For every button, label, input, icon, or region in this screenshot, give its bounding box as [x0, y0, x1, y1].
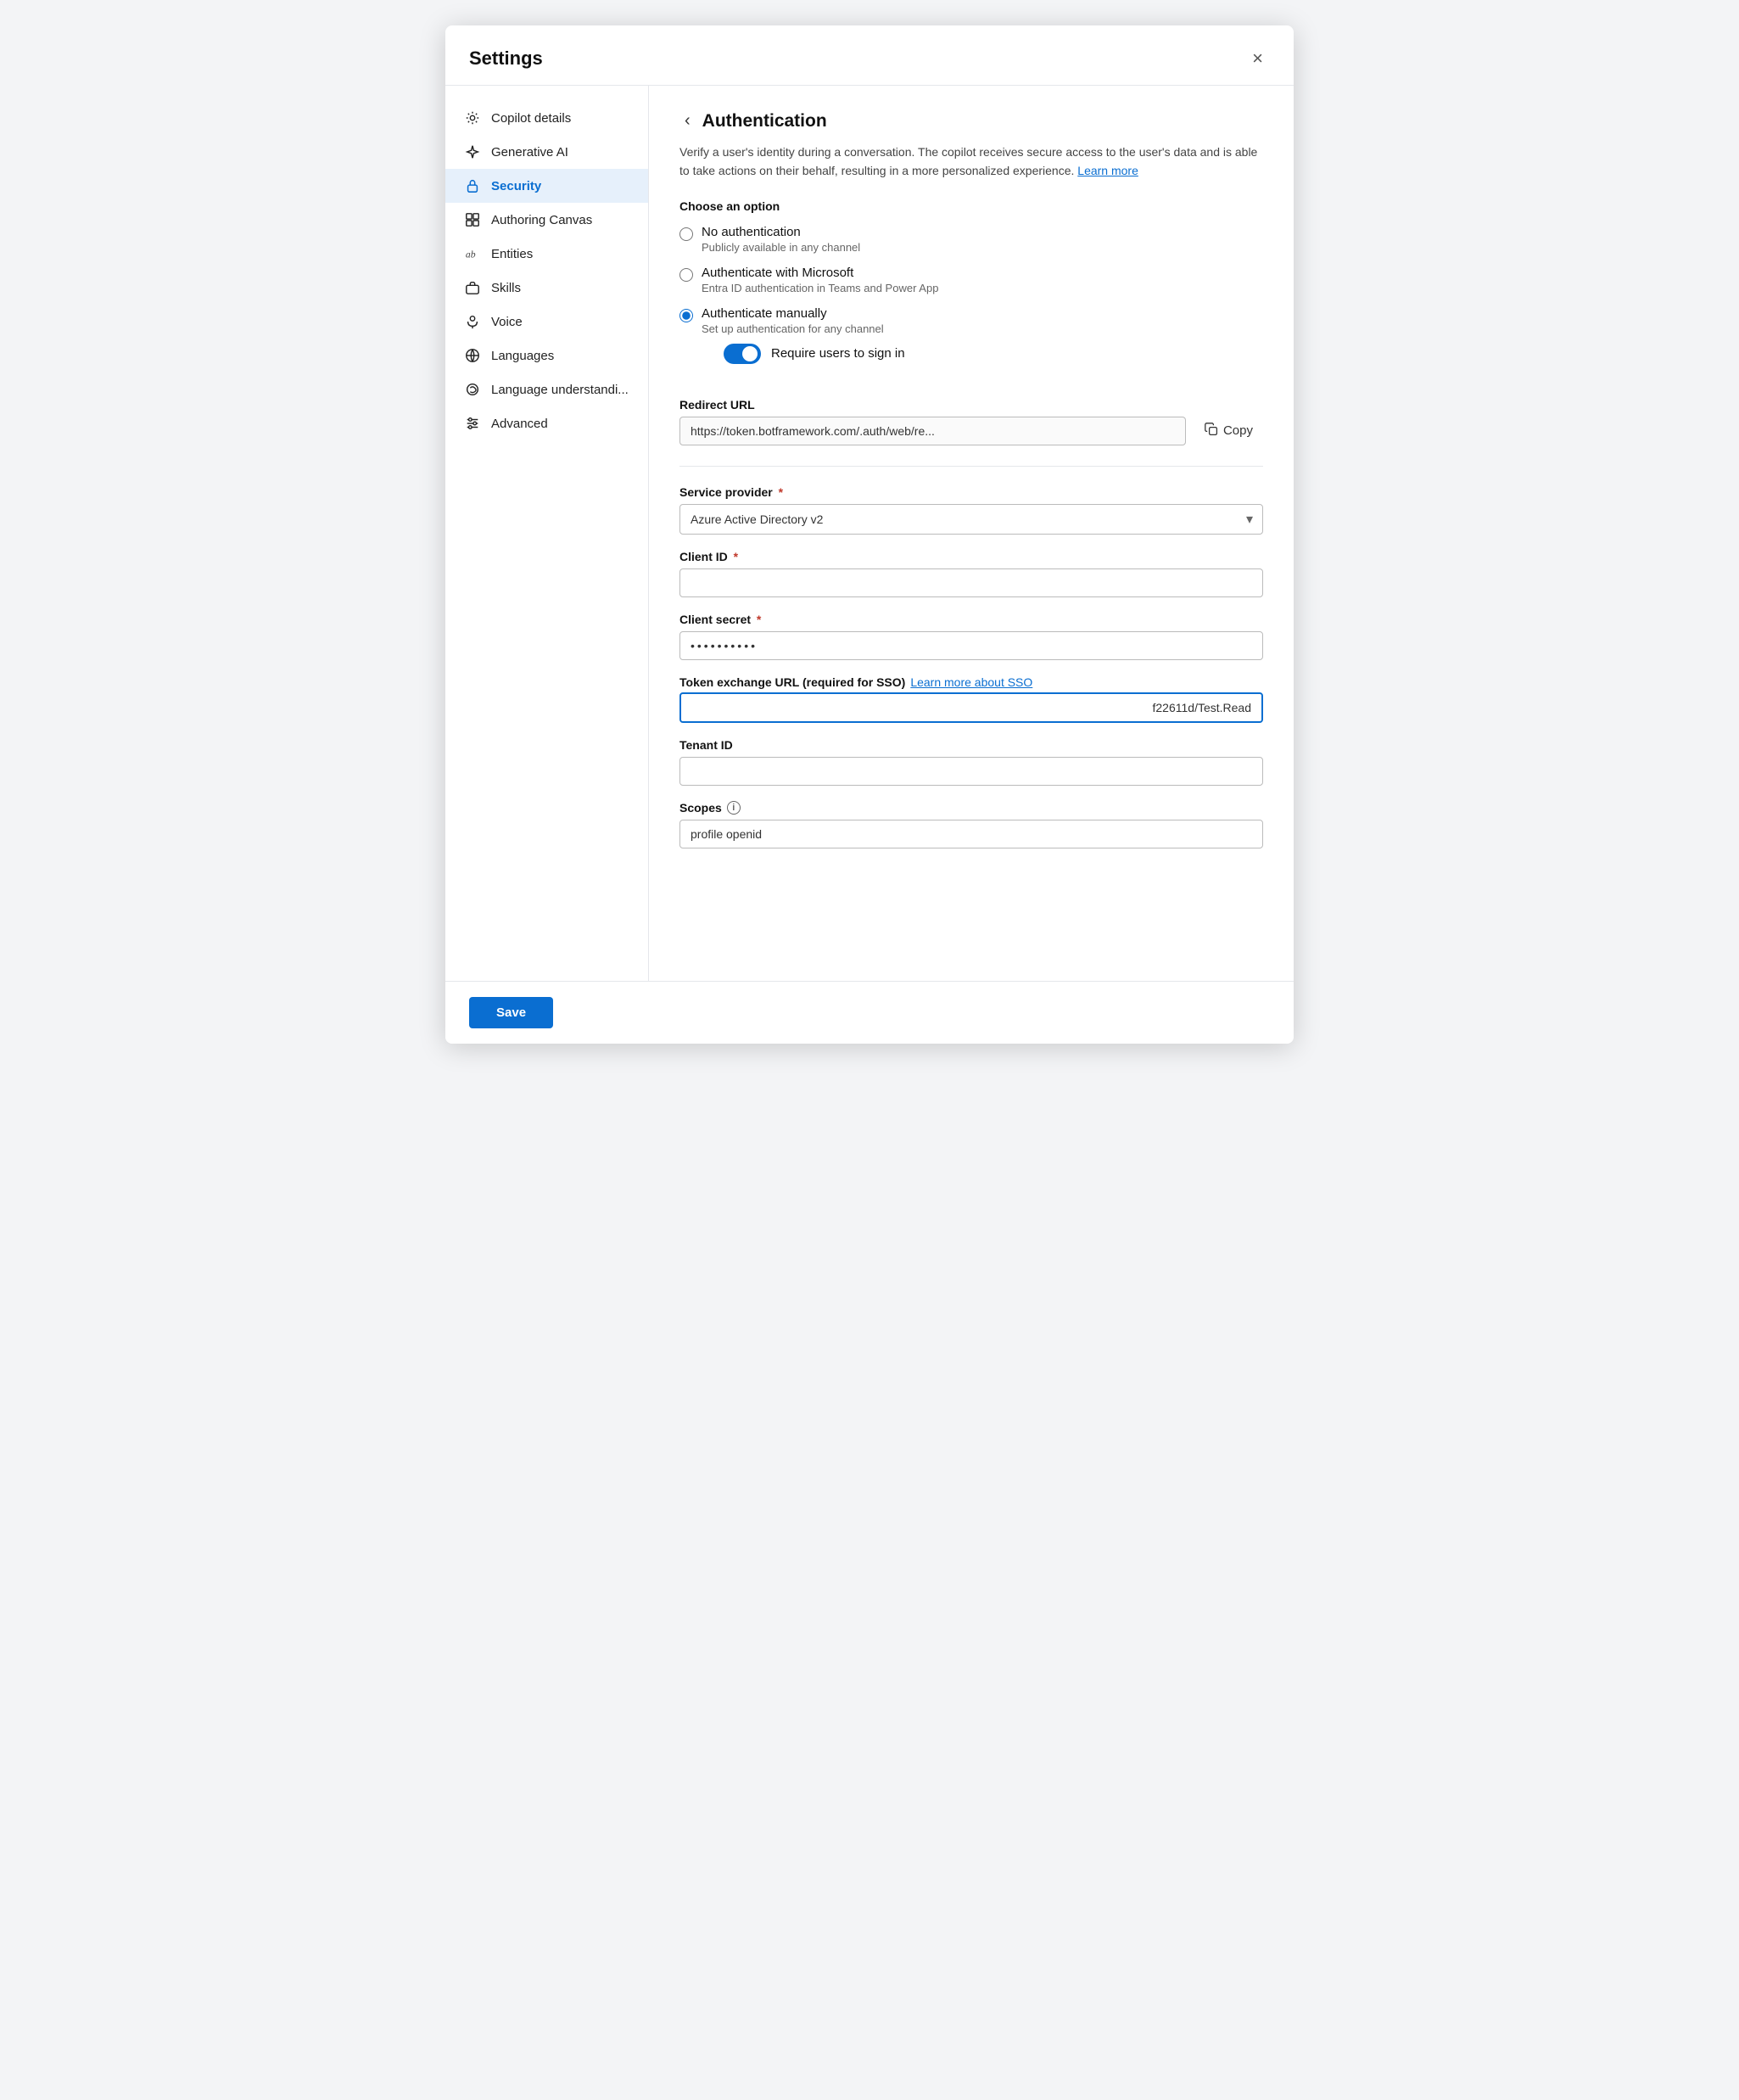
voice-icon	[464, 313, 481, 330]
copy-icon	[1205, 423, 1218, 440]
sidebar-item-voice[interactable]: Voice	[445, 305, 648, 339]
sidebar-item-advanced[interactable]: Advanced	[445, 406, 648, 440]
sidebar-label-entities: Entities	[491, 247, 533, 261]
no-auth-sublabel: Publicly available in any channel	[702, 241, 860, 254]
sidebar-item-security[interactable]: Security	[445, 169, 648, 203]
token-exchange-label: Token exchange URL (required for SSO)	[679, 675, 905, 689]
tenant-id-label: Tenant ID	[679, 738, 1263, 752]
toggle-label: Require users to sign in	[771, 346, 905, 361]
copy-button[interactable]: Copy	[1194, 417, 1263, 445]
client-secret-group: Client secret *	[679, 613, 1263, 660]
ab-icon: ab	[464, 245, 481, 262]
sidebar: Copilot details Generative AI	[445, 86, 649, 981]
toggle-row: Require users to sign in	[724, 344, 1263, 364]
radio-group: No authentication Publicly available in …	[679, 225, 1263, 379]
toggle-control[interactable]	[724, 344, 761, 364]
service-provider-required: *	[775, 485, 783, 499]
redirect-url-group: Redirect URL Copy	[679, 398, 1263, 445]
advanced-icon	[464, 415, 481, 432]
manual-auth-label: Authenticate manually	[702, 306, 1263, 321]
tenant-id-input[interactable]	[679, 757, 1263, 786]
sidebar-item-language-understanding[interactable]: Language understandi...	[445, 372, 648, 406]
client-secret-label: Client secret *	[679, 613, 1263, 626]
understanding-icon	[464, 381, 481, 398]
divider	[679, 466, 1263, 467]
settings-dialog: Settings × Copilot details	[445, 25, 1294, 1044]
copy-label: Copy	[1223, 423, 1253, 438]
learn-more-link[interactable]: Learn more	[1077, 164, 1138, 177]
microsoft-auth-radio[interactable]	[679, 268, 693, 282]
dialog-title: Settings	[469, 48, 543, 70]
main-content: ‹ Authentication Verify a user's identit…	[649, 86, 1294, 981]
sidebar-label-advanced: Advanced	[491, 417, 548, 431]
service-provider-label: Service provider *	[679, 485, 1263, 499]
sidebar-label-authoring-canvas: Authoring Canvas	[491, 213, 592, 227]
gear-icon	[464, 109, 481, 126]
microsoft-auth-sublabel: Entra ID authentication in Teams and Pow…	[702, 282, 938, 294]
no-auth-label: No authentication	[702, 225, 860, 239]
scopes-label: Scopes	[679, 801, 722, 815]
service-provider-group: Service provider * Azure Active Director…	[679, 485, 1263, 535]
lock-icon	[464, 177, 481, 194]
sidebar-label-security: Security	[491, 179, 541, 193]
choose-option-label: Choose an option	[679, 199, 1263, 213]
dialog-body: Copilot details Generative AI	[445, 86, 1294, 981]
token-exchange-label-row: Token exchange URL (required for SSO) Le…	[679, 675, 1263, 689]
page-title: Authentication	[702, 111, 827, 132]
info-icon[interactable]: i	[727, 801, 741, 815]
sidebar-label-skills: Skills	[491, 281, 521, 295]
grid-icon	[464, 211, 481, 228]
client-id-input[interactable]	[679, 568, 1263, 597]
service-provider-select-wrapper: Azure Active Directory v2 Generic OAuth …	[679, 504, 1263, 535]
radio-no-auth: No authentication Publicly available in …	[679, 225, 1263, 254]
redirect-url-input[interactable]	[679, 417, 1186, 445]
scopes-label-row: Scopes i	[679, 801, 1263, 815]
token-exchange-group: Token exchange URL (required for SSO) Le…	[679, 675, 1263, 723]
save-button[interactable]: Save	[469, 997, 553, 1028]
sidebar-item-languages[interactable]: Languages	[445, 339, 648, 372]
sidebar-item-authoring-canvas[interactable]: Authoring Canvas	[445, 203, 648, 237]
tenant-id-group: Tenant ID	[679, 738, 1263, 786]
sidebar-label-generative-ai: Generative AI	[491, 145, 568, 160]
sidebar-item-generative-ai[interactable]: Generative AI	[445, 135, 648, 169]
back-button[interactable]: ‹	[679, 109, 696, 132]
radio-manual-auth: Authenticate manually Set up authenticat…	[679, 306, 1263, 379]
manual-auth-radio[interactable]	[679, 309, 693, 322]
sparkle-icon	[464, 143, 481, 160]
no-auth-radio[interactable]	[679, 227, 693, 241]
languages-icon	[464, 347, 481, 364]
client-id-label: Client ID *	[679, 550, 1263, 563]
sidebar-item-skills[interactable]: Skills	[445, 271, 648, 305]
client-secret-input[interactable]	[679, 631, 1263, 660]
service-provider-select[interactable]: Azure Active Directory v2 Generic OAuth …	[679, 504, 1263, 535]
sidebar-label-copilot-details: Copilot details	[491, 111, 571, 126]
client-id-group: Client ID *	[679, 550, 1263, 597]
client-id-required: *	[730, 550, 738, 563]
briefcase-icon	[464, 279, 481, 296]
scopes-group: Scopes i	[679, 801, 1263, 848]
microsoft-auth-label: Authenticate with Microsoft	[702, 266, 938, 280]
client-secret-required: *	[753, 613, 761, 626]
close-button[interactable]: ×	[1245, 44, 1270, 73]
sidebar-label-languages: Languages	[491, 349, 554, 363]
sidebar-item-copilot-details[interactable]: Copilot details	[445, 101, 648, 135]
section-description: Verify a user's identity during a conver…	[679, 143, 1263, 181]
sidebar-item-entities[interactable]: ab Entities	[445, 237, 648, 271]
redirect-url-label: Redirect URL	[679, 398, 1263, 412]
redirect-url-row: Copy	[679, 417, 1263, 445]
dialog-header: Settings ×	[445, 25, 1294, 86]
radio-microsoft-auth: Authenticate with Microsoft Entra ID aut…	[679, 266, 1263, 294]
svg-text:ab: ab	[466, 249, 476, 260]
sidebar-label-voice: Voice	[491, 315, 523, 329]
sso-learn-more-link[interactable]: Learn more about SSO	[910, 675, 1032, 689]
manual-auth-sublabel: Set up authentication for any channel	[702, 322, 1263, 335]
scopes-input[interactable]	[679, 820, 1263, 848]
sidebar-label-language-understanding: Language understandi...	[491, 383, 629, 397]
dialog-footer: Save	[445, 981, 1294, 1044]
section-header: ‹ Authentication	[679, 109, 1263, 132]
token-exchange-input[interactable]	[679, 692, 1263, 723]
manual-options: Require users to sign in	[724, 344, 1263, 364]
